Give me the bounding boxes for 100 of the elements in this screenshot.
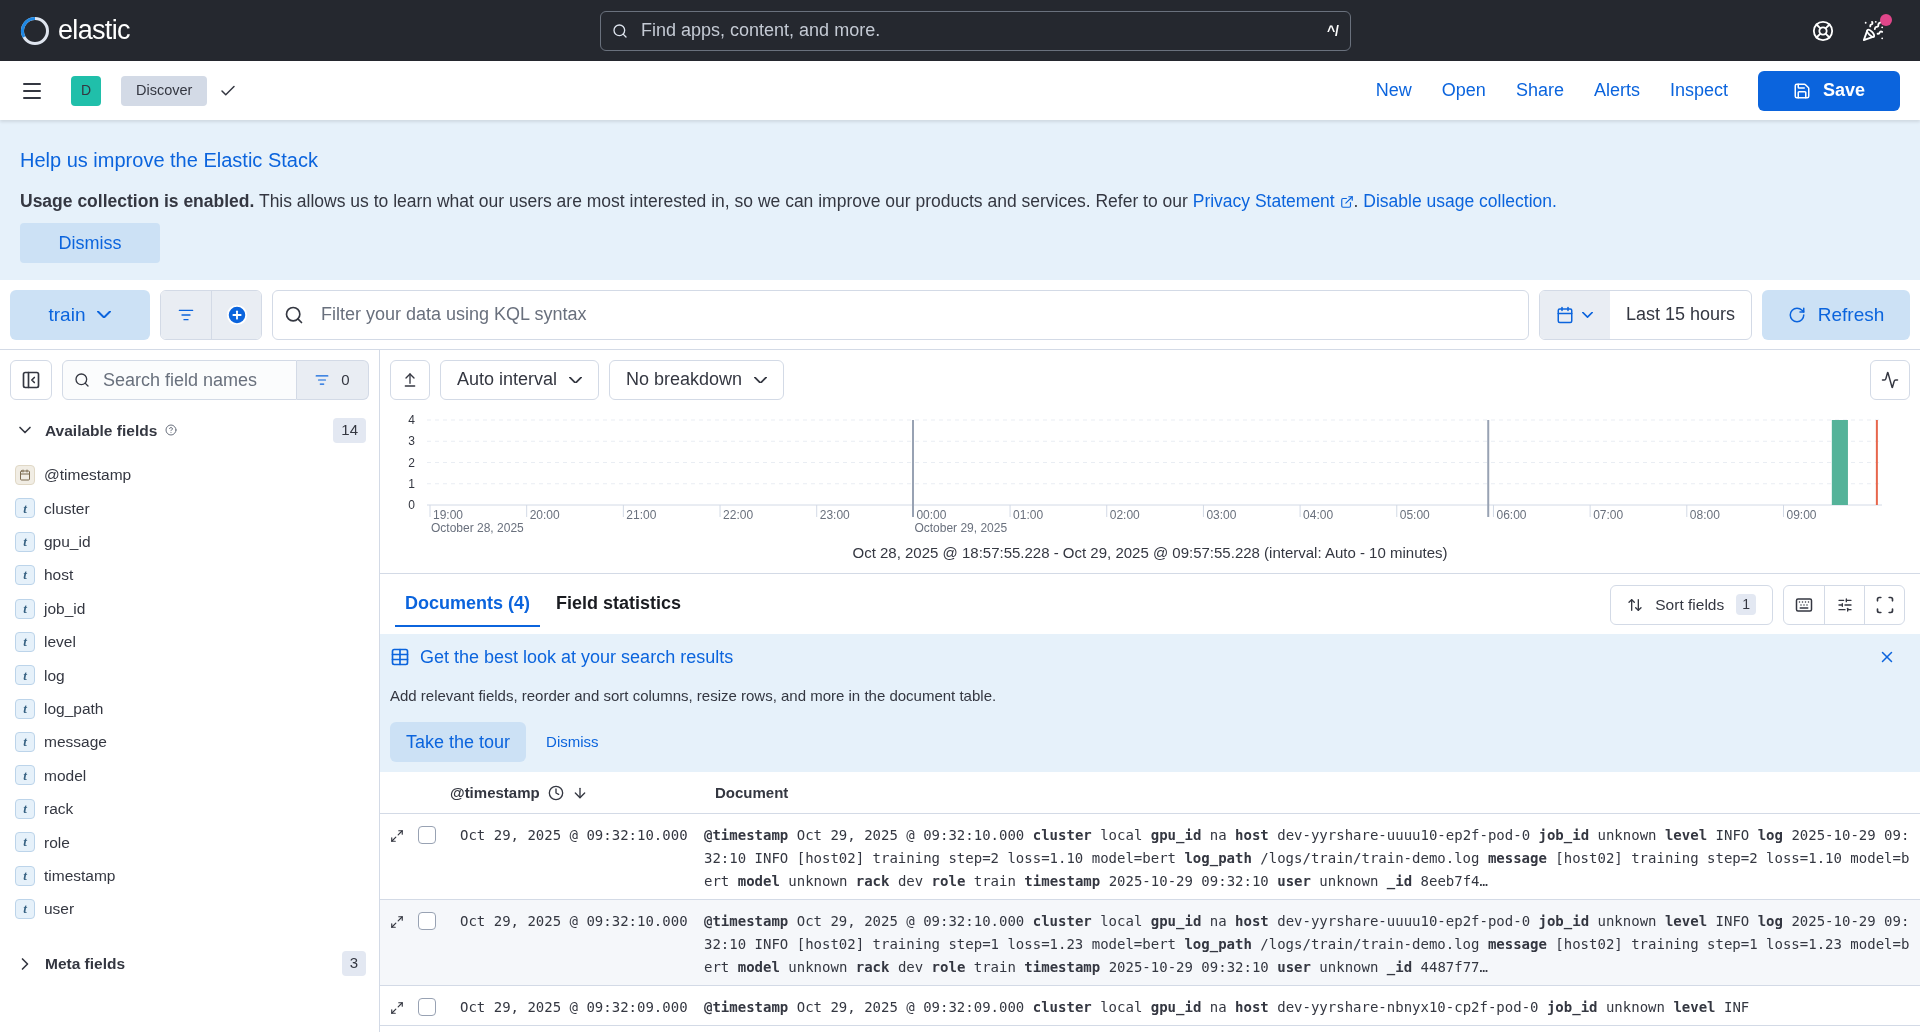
expand-icon[interactable] (390, 1001, 404, 1016)
section-title[interactable]: Available fields (45, 418, 158, 442)
banner-text: Usage collection is enabled. This allows us to learn what our users are most interested in, so we can improve our products and services. Refer to our Privacy Statement . Disable usage collection. (20, 190, 1558, 213)
help-icon (165, 424, 178, 437)
dismiss-button[interactable]: Dismiss (20, 223, 160, 264)
column-header[interactable]: @timestamp (450, 781, 540, 804)
calendar-icon (15, 464, 35, 485)
space-avatar[interactable]: D (71, 75, 101, 106)
x-tick-label: 22:00 (723, 508, 754, 523)
x-tick-label: 09:00 (1786, 508, 1817, 523)
field-name[interactable]: job_id (44, 596, 86, 621)
save-icon (1792, 81, 1811, 100)
row-checkbox[interactable] (418, 826, 436, 845)
timestamp-cell-text: Oct 29, 2025 @ 09:32:10.000 (460, 912, 689, 932)
field-name[interactable]: log (44, 663, 65, 687)
table-icon (390, 647, 410, 668)
chart-options-button[interactable] (1870, 359, 1910, 400)
field-search-field[interactable]: Search field names (62, 360, 297, 401)
add-filter-button[interactable] (211, 290, 261, 339)
kql-search-field[interactable]: Filter your data using KQL syntax (272, 289, 1529, 340)
field-name[interactable]: timestamp (44, 864, 116, 888)
data-view-button[interactable]: train (10, 289, 150, 340)
field-name[interactable]: @timestamp (44, 463, 132, 487)
nav-link[interactable]: New (1375, 77, 1412, 104)
x-tick-label: 21:00 (626, 508, 657, 523)
field-filter-button[interactable]: 0 (297, 360, 369, 401)
breakdown-dropdown[interactable]: No breakdown (609, 359, 785, 400)
date-picker-button[interactable] (1539, 290, 1610, 339)
callout-text: Add relevant fields, reorder and sort columns, resize rows, and more in the document table. (390, 685, 998, 706)
help-icon[interactable] (1812, 19, 1834, 42)
row-checkbox[interactable] (418, 998, 436, 1017)
refresh-icon (1787, 305, 1806, 324)
save-button[interactable]: Save (1758, 70, 1900, 111)
time-range-button[interactable]: Last 15 hours (1609, 290, 1751, 339)
field-type-token: t (15, 899, 35, 919)
field-name[interactable]: role (44, 830, 70, 854)
refresh-button[interactable]: Refresh (1762, 289, 1910, 340)
field-name[interactable]: level (44, 630, 76, 654)
banner-title: Help us improve the Elastic Stack (20, 148, 319, 173)
nav-link[interactable]: Inspect (1669, 77, 1728, 104)
sort-icon (1627, 596, 1644, 613)
privacy-link[interactable]: Privacy Statement (1192, 191, 1335, 211)
document-cell-text: @timestamp Oct 29, 2025 @ 09:32:09.000 cluster local gpu_id na host dev-yyrshare-nbnyx10-cp2f-pod-0 job_id unknown level INF (704, 998, 1751, 1018)
interval-dropdown[interactable]: Auto interval (440, 359, 600, 400)
field-name[interactable]: message (44, 730, 107, 754)
clock-icon (547, 784, 564, 801)
field-name[interactable]: user (44, 897, 75, 921)
field-type-token: t (15, 798, 35, 819)
column-header[interactable]: Document (715, 781, 789, 804)
upload-icon (402, 371, 418, 388)
sort-fields-button[interactable]: Sort fields 1 (1610, 584, 1773, 625)
search-icon (612, 22, 628, 39)
x-tick-label: 04:00 (1303, 508, 1334, 523)
y-tick-label: 0 (408, 498, 415, 513)
x-tick-label: 19:00 (433, 508, 464, 523)
nav-link[interactable]: Open (1441, 77, 1486, 104)
dismiss-link[interactable]: Dismiss (546, 731, 599, 754)
field-name[interactable]: gpu_id (44, 530, 91, 554)
nav-link[interactable]: Share (1515, 77, 1564, 104)
document-cell-text: @timestamp Oct 29, 2025 @ 09:32:10.000 cluster local gpu_id na host dev-yyrshare-uuuu10-ep2f-pod-0 job_id unknown level INFO log 2025-10-29 09:32:10 INFO [host02] training step=2 loss=1.10 model=bert log_path /logs/train/train-demo.log message [host02] training step=2 loss=1.10 model=bert model unknown rack dev role train timestamp 2025-10-29 09:32:10 user unknown _id 8eeb7f4… (704, 826, 1910, 892)
x-tick-label: 20:00 (529, 508, 560, 523)
expand-icon[interactable] (390, 915, 404, 930)
field-name[interactable]: host (44, 563, 74, 587)
x-tick-label: 00:00 (916, 508, 947, 523)
field-type-token: t (15, 565, 35, 586)
y-tick-label: 3 (408, 434, 415, 449)
tab[interactable]: Documents (4) (395, 582, 540, 627)
expand-icon[interactable] (390, 829, 404, 844)
field-type-token: t (15, 531, 35, 552)
filter-icon (315, 373, 330, 388)
table-row[interactable] (380, 900, 1920, 987)
field-type-token: t (15, 598, 35, 619)
x-tick-label: 02:00 (1109, 508, 1140, 523)
field-name[interactable]: cluster (44, 496, 90, 520)
collapse-sidebar-button[interactable] (10, 360, 52, 401)
tab[interactable]: Field statistics (546, 582, 692, 627)
breadcrumb[interactable]: Discover (121, 75, 208, 106)
chart-icon (1881, 370, 1899, 389)
x-tick-label: 05:00 (1399, 508, 1430, 523)
external-link-icon (1339, 195, 1354, 210)
section-title[interactable]: Meta fields (45, 952, 126, 976)
disable-link[interactable]: Disable usage collection. (1363, 191, 1557, 211)
field-type-token: t (15, 498, 35, 519)
save-visualization-button[interactable] (390, 359, 430, 400)
field-type-token: t (15, 698, 35, 719)
timestamp-cell-text: Oct 29, 2025 @ 09:32:10.000 (460, 826, 689, 846)
x-tick-label: 07:00 (1593, 508, 1624, 523)
x-tick-label: 08:00 (1689, 508, 1720, 523)
calendar-icon (1556, 305, 1575, 324)
x-tick-label: 01:00 (1013, 508, 1044, 523)
logo-icon[interactable] (20, 15, 50, 46)
field-name[interactable]: rack (44, 797, 74, 821)
field-count-badge: 3 (341, 951, 366, 977)
row-checkbox[interactable] (418, 912, 436, 931)
take-tour-button[interactable]: Take the tour (390, 722, 527, 763)
field-name[interactable]: model (44, 763, 87, 788)
date-label: October 29, 2025 (914, 521, 1008, 536)
party-popper-icon[interactable] (1862, 19, 1884, 42)
field-name[interactable]: log_path (44, 697, 104, 721)
nav-link[interactable]: Alerts (1593, 77, 1640, 104)
